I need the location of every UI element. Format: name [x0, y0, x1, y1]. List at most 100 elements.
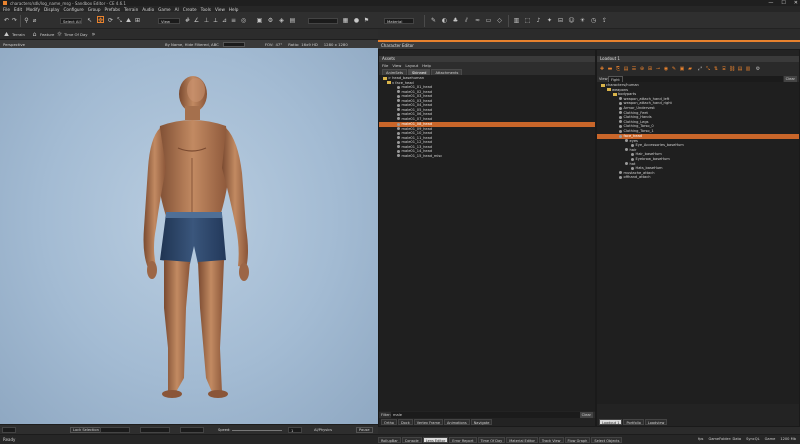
speed-slider[interactable]	[232, 430, 282, 431]
list-item[interactable]: Clothing_Torso_1	[619, 129, 654, 134]
sphere-icon[interactable]: ●	[353, 17, 360, 24]
list-item[interactable]: offhand_attach	[619, 175, 651, 180]
viewport-title[interactable]: Perspective	[3, 42, 25, 47]
dock-tab-flow-graph[interactable]: Flow Graph	[564, 437, 591, 443]
list-item[interactable]: Eye_Accessories_baseHum	[631, 143, 684, 148]
ai-icon[interactable]: ◈	[278, 17, 285, 24]
resolution-value[interactable]: 1280 x 1280	[324, 42, 348, 47]
rotate-icon[interactable]: ⟳	[107, 17, 114, 24]
road-icon[interactable]: ⫽	[463, 17, 470, 24]
paint-icon[interactable]: ◐	[441, 17, 448, 24]
shape-icon[interactable]: ◇	[496, 17, 503, 24]
menu-edit[interactable]: Edit	[14, 7, 22, 12]
viewport-search-input[interactable]	[222, 41, 245, 47]
dock-tab-select-objects[interactable]: Select Objects	[591, 437, 623, 443]
add-icon[interactable]: ✚	[599, 66, 605, 72]
scale-icon[interactable]: ⤡	[116, 17, 123, 24]
tab-vertex-frame[interactable]: Vertex Frame	[413, 419, 444, 425]
ai-physics-button[interactable]: AI/Physics	[314, 428, 332, 432]
assets-menu-file[interactable]: File	[382, 63, 388, 68]
time-of-day-button[interactable]: Time Of Day	[64, 32, 88, 37]
menu-group[interactable]: Group	[88, 7, 101, 12]
ratio-value[interactable]: 16x9 HD	[301, 42, 317, 47]
layer-dropdown[interactable]	[308, 18, 338, 24]
tab-loadview[interactable]: Loadview	[644, 419, 668, 425]
snap-x-field[interactable]	[2, 427, 16, 433]
paste-icon[interactable]: ▤	[623, 66, 629, 72]
collapse-icon[interactable]: ⤡	[705, 66, 711, 72]
angle-snap-icon[interactable]: ∠	[193, 17, 200, 24]
attach-icon[interactable]: ⊕	[639, 66, 645, 72]
tab-ortho[interactable]: Ortho	[381, 419, 397, 425]
align-icon[interactable]: ≡	[230, 17, 237, 24]
list-item[interactable]: male01_07_head	[397, 117, 432, 122]
undo-icon[interactable]: ↶	[3, 17, 10, 24]
assets-menu-layout[interactable]: Layout	[405, 63, 418, 68]
link-icon[interactable]: ⛓	[729, 66, 735, 72]
area-icon[interactable]: ▭	[485, 17, 492, 24]
dock-tab-time-of-day[interactable]: Time Of Day	[477, 437, 506, 443]
menu-audio[interactable]: Audio	[142, 7, 154, 12]
pause-button[interactable]: Pause	[356, 427, 373, 433]
script-icon[interactable]: ▥	[513, 17, 520, 24]
feature-button[interactable]: Feature	[40, 32, 54, 37]
grid-icon[interactable]: ⊞	[647, 66, 653, 72]
unlink-icon[interactable]: ⌀	[31, 17, 38, 24]
filter-clear-button[interactable]: Clear	[579, 412, 593, 418]
dock-tab-error-report[interactable]: Error Report	[449, 437, 477, 443]
menu-ai[interactable]: AI	[175, 7, 179, 12]
y-coord-field[interactable]	[140, 427, 170, 433]
layer-settings-icon[interactable]: ▦	[342, 17, 349, 24]
speed-value[interactable]: 1	[288, 427, 302, 433]
dock-tab-material-editor[interactable]: Material Editor	[506, 437, 538, 443]
sound-icon[interactable]: ♪	[535, 17, 542, 24]
snap-icon[interactable]: ⊞	[134, 17, 141, 24]
list-item[interactable]: male01_15_head_misc	[397, 154, 442, 159]
ruler-icon[interactable]: ⟂	[212, 17, 219, 24]
dock-tab-rollupbar[interactable]: RollupBar	[378, 437, 401, 443]
database-icon[interactable]: ⊟	[557, 17, 564, 24]
tab-dock[interactable]: Dock	[397, 419, 413, 425]
river-icon[interactable]: ≈	[474, 17, 481, 24]
menu-prefabs[interactable]: Prefabs	[105, 7, 121, 12]
socket-icon[interactable]: ◉	[663, 66, 669, 72]
move-icon[interactable]: ✥	[97, 16, 104, 24]
list-item[interactable]: Eyebrow_baseHum	[631, 157, 670, 162]
3d-viewport[interactable]	[0, 48, 378, 424]
physics-proxy-icon[interactable]: ▥	[745, 66, 751, 72]
physics-icon[interactable]: ⚙	[267, 17, 274, 24]
menu-help[interactable]: Help	[229, 7, 239, 12]
link-icon[interactable]: ⚲	[23, 17, 30, 24]
grid-icon[interactable]: #	[184, 17, 191, 24]
tab-navigate[interactable]: Navigate	[470, 419, 493, 425]
brush-icon[interactable]: ✎	[430, 17, 437, 24]
terrain-tool-icon[interactable]: ⛰	[125, 17, 132, 24]
settings-icon[interactable]: ⚙	[755, 66, 761, 72]
sort-icon[interactable]: ⇅	[713, 66, 719, 72]
copy-icon[interactable]: ⎘	[615, 66, 621, 72]
lock-selection-button[interactable]: Lock Selection	[70, 427, 102, 433]
measure-icon[interactable]: ⊿	[221, 17, 228, 24]
z-coord-field[interactable]	[180, 427, 204, 433]
list-icon[interactable]: ☰	[631, 66, 637, 72]
assets-menu-view[interactable]: View	[392, 63, 401, 68]
menu-tools[interactable]: Tools	[201, 7, 211, 12]
material-dropdown[interactable]: Material	[384, 18, 414, 24]
timeofday-icon[interactable]: ◷	[590, 17, 597, 24]
axis-icon[interactable]: ⊥	[203, 17, 210, 24]
menu-modify[interactable]: Modify	[26, 7, 40, 12]
remove-icon[interactable]: ▬	[607, 66, 613, 72]
fov-value[interactable]: 47°	[276, 42, 283, 47]
tab-portfolio[interactable]: Portfolio	[623, 419, 644, 425]
feature-icon[interactable]: ⌂	[31, 31, 38, 38]
view-mode-dropdown[interactable]: View	[158, 18, 180, 24]
lock-icon[interactable]: ▤	[737, 66, 743, 72]
dock-tab-track-view[interactable]: Track View	[538, 437, 564, 443]
vegetation-icon[interactable]: ♣	[452, 17, 459, 24]
menu-file[interactable]: File	[3, 7, 10, 12]
export-icon[interactable]: ⇪	[601, 17, 608, 24]
terrain-button[interactable]: Terrain	[12, 32, 25, 37]
menu-display[interactable]: Display	[44, 7, 59, 12]
filter-input[interactable]: male	[391, 412, 581, 418]
menu-configure[interactable]: Configure	[63, 7, 83, 12]
